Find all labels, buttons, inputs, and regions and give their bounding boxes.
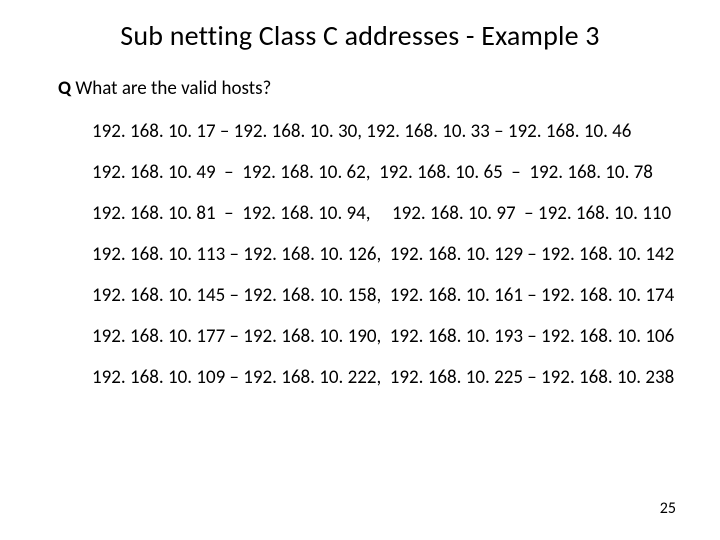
answer-row: 192. 168. 10. 113 – 192. 168. 10. 126, 1… <box>92 243 680 266</box>
answer-row: 192. 168. 10. 177 – 192. 168. 10. 190, 1… <box>92 325 680 348</box>
answer-row: 192. 168. 10. 81 – 192. 168. 10. 94, 192… <box>92 202 680 225</box>
question-line: Q What are the valid hosts? <box>58 77 680 100</box>
answer-row: 192. 168. 10. 49 – 192. 168. 10. 62, 192… <box>92 161 680 184</box>
answer-row: 192. 168. 10. 109 – 192. 168. 10. 222, 1… <box>92 366 680 389</box>
slide-container: Sub netting Class C addresses - Example … <box>0 0 720 540</box>
answer-row: 192. 168. 10. 17 – 192. 168. 10. 30, 192… <box>92 120 680 143</box>
page-number: 25 <box>660 499 676 518</box>
answer-row: 192. 168. 10. 145 – 192. 168. 10. 158, 1… <box>92 284 680 307</box>
question-label: Q <box>58 77 71 100</box>
question-text: What are the valid hosts? <box>71 77 271 100</box>
answer-rows: 192. 168. 10. 17 – 192. 168. 10. 30, 192… <box>92 120 680 389</box>
slide-title: Sub netting Class C addresses - Example … <box>40 18 680 53</box>
